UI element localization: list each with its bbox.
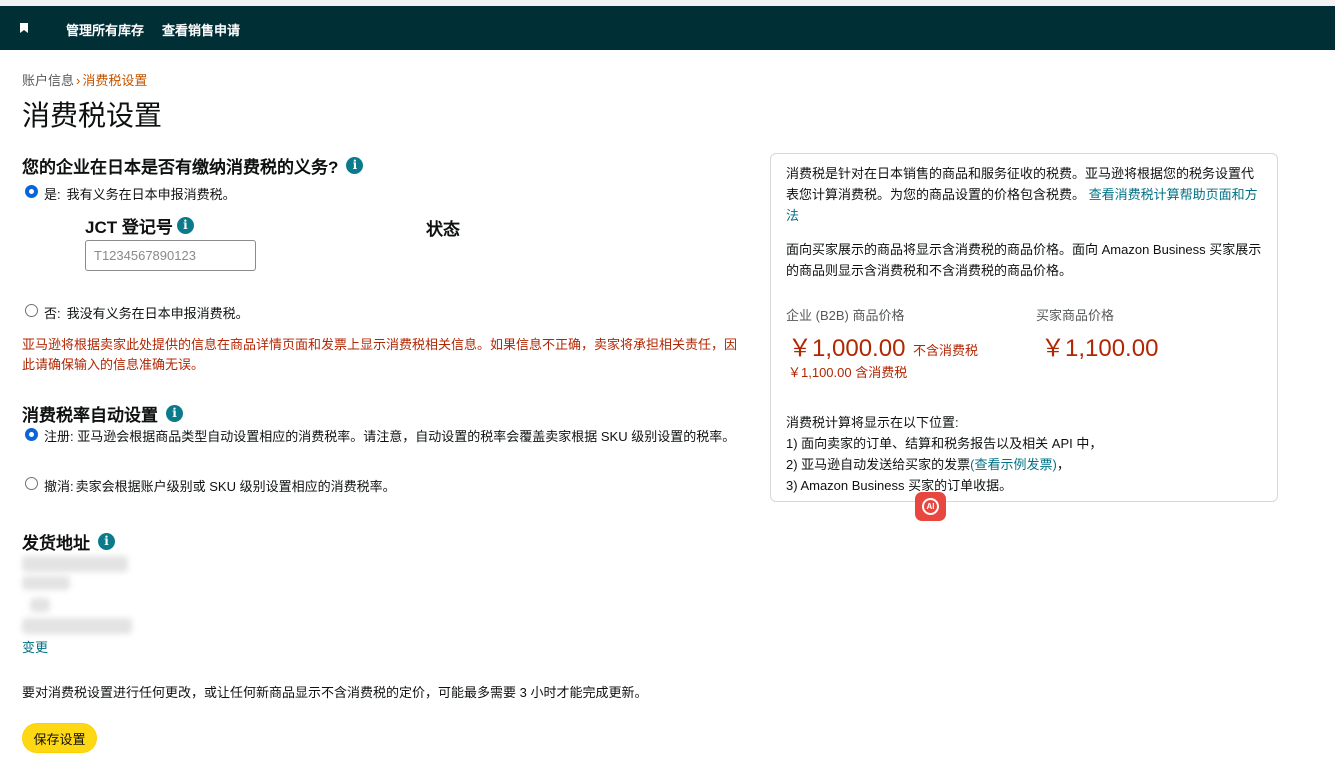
radio-cancel-label: 卖家会根据账户级别或 SKU 级别设置相应的消费税率。 — [75, 479, 396, 494]
ai-assistant-button[interactable]: AI — [915, 492, 946, 521]
info-icon[interactable]: i — [166, 405, 183, 423]
nav-manage-inventory[interactable]: 管理所有库存 — [66, 20, 144, 39]
radio-cancel-option[interactable]: 撤消: 卖家会根据账户级别或 SKU 级别设置相应的消费税率。 — [25, 476, 396, 495]
jct-number-label: JCT 登记号 i — [85, 213, 194, 238]
buyer-price: ￥1,100.00 — [1041, 335, 1159, 362]
calc-item-3: 3) Amazon Business 买家的订单收据。 — [786, 478, 1013, 493]
radio-cancel-prefix: 撤消: — [44, 479, 74, 494]
jct-number-input[interactable] — [85, 240, 256, 271]
breadcrumb-current: 消费税设置 — [82, 73, 148, 88]
save-settings-button[interactable]: 保存设置 — [22, 723, 97, 753]
ai-icon: AI — [922, 498, 939, 515]
calc-item-2-text: 2) 亚马逊自动发送给买家的发票 — [786, 457, 971, 472]
breadcrumb-parent[interactable]: 账户信息 — [22, 73, 74, 88]
shipping-address-heading-text: 发货地址 — [22, 534, 90, 553]
radio-register-prefix: 注册: — [44, 429, 74, 444]
breadcrumb-separator: › — [76, 73, 81, 88]
top-navigation-bar: 管理所有库存 查看销售申请 — [0, 0, 1335, 50]
redacted-address-line — [30, 598, 50, 612]
b2b-price-including-tax: ￥1,100.00 含消费税 — [788, 365, 908, 380]
calc-item-2-suffix: ， — [1056, 457, 1070, 472]
info-icon[interactable]: i — [98, 533, 115, 551]
update-note: 要对消费税设置进行任何更改，或让任何新商品显示不含消费税的定价，可能最多需要 3… — [22, 685, 648, 700]
calc-item-1: 1) 面向卖家的订单、结算和税务报告以及相关 API 中， — [786, 436, 1103, 451]
panel-display-info: 面向买家展示的商品将显示含消费税的商品价格。面向 Amazon Business… — [786, 242, 1262, 278]
warning-message: 亚马逊将根据卖家此处提供的信息在商品详情页面和发票上显示消费税相关信息。如果信息… — [22, 337, 738, 372]
page-title: 消费税设置 — [22, 100, 163, 131]
sample-invoice-link[interactable]: (查看示例发票) — [970, 457, 1057, 472]
jct-number-label-text: JCT 登记号 — [85, 218, 173, 237]
radio-yes[interactable] — [25, 185, 38, 198]
radio-cancel[interactable] — [25, 477, 38, 490]
calc-heading: 消费税计算将显示在以下位置: — [786, 415, 959, 430]
breadcrumb: 账户信息 › 消费税设置 — [22, 70, 147, 89]
radio-no[interactable] — [25, 304, 38, 317]
info-icon[interactable]: i — [346, 157, 364, 175]
radio-yes-label: 我有义务在日本申报消费税。 — [66, 187, 236, 202]
redacted-address-line — [22, 556, 128, 572]
auto-rate-heading-text: 消费税率自动设置 — [22, 406, 158, 425]
radio-no-prefix: 否: — [44, 306, 61, 321]
change-address-link[interactable]: 变更 — [22, 637, 48, 656]
info-icon[interactable]: i — [176, 217, 194, 235]
bookmark-icon[interactable] — [20, 23, 28, 33]
obligation-heading: 您的企业在日本是否有缴纳消费税的义务? i — [22, 153, 364, 178]
b2b-price: ￥1,000.00 — [788, 335, 906, 362]
b2b-tax-excluded-tag: 不含消费税 — [913, 343, 979, 358]
obligation-heading-text: 您的企业在日本是否有缴纳消费税的义务? — [22, 158, 339, 177]
radio-register[interactable] — [25, 428, 38, 441]
radio-no-label: 我没有义务在日本申报消费税。 — [66, 306, 249, 321]
panel-intro: 消费税是针对在日本销售的商品和服务征收的税费。亚马逊将根据您的税务设置代表您计算… — [786, 163, 1264, 226]
radio-no-option[interactable]: 否: 我没有义务在日本申报消费税。 — [25, 303, 249, 322]
status-label: 状态 — [426, 220, 460, 239]
redacted-address-line — [22, 576, 70, 590]
shipping-address-heading: 发货地址 i — [22, 529, 115, 554]
redacted-address-line — [22, 618, 132, 634]
calc-item-2: 2) 亚马逊自动发送给买家的发票(查看示例发票)， — [786, 454, 1264, 475]
radio-yes-option[interactable]: 是: 我有义务在日本申报消费税。 — [25, 184, 236, 203]
b2b-price-label: 企业 (B2B) 商品价格 — [786, 308, 905, 323]
buyer-price-label: 买家商品价格 — [1036, 308, 1115, 323]
auto-rate-heading: 消费税率自动设置 i — [22, 401, 183, 426]
tax-info-panel: 消费税是针对在日本销售的商品和服务征收的税费。亚马逊将根据您的税务设置代表您计算… — [770, 153, 1278, 502]
radio-register-text: 注册: 亚马逊会根据商品类型自动设置相应的消费税率。请注意，自动设置的税率会覆盖… — [44, 427, 744, 447]
radio-register-label: 亚马逊会根据商品类型自动设置相应的消费税率。请注意，自动设置的税率会覆盖卖家根据… — [77, 429, 736, 444]
radio-register-option[interactable]: 注册: 亚马逊会根据商品类型自动设置相应的消费税率。请注意，自动设置的税率会覆盖… — [25, 427, 744, 447]
calc-locations-list: 消费税计算将显示在以下位置: 1) 面向卖家的订单、结算和税务报告以及相关 AP… — [786, 412, 1264, 496]
radio-yes-prefix: 是: — [44, 187, 61, 202]
nav-view-sales-applications[interactable]: 查看销售申请 — [162, 20, 240, 39]
